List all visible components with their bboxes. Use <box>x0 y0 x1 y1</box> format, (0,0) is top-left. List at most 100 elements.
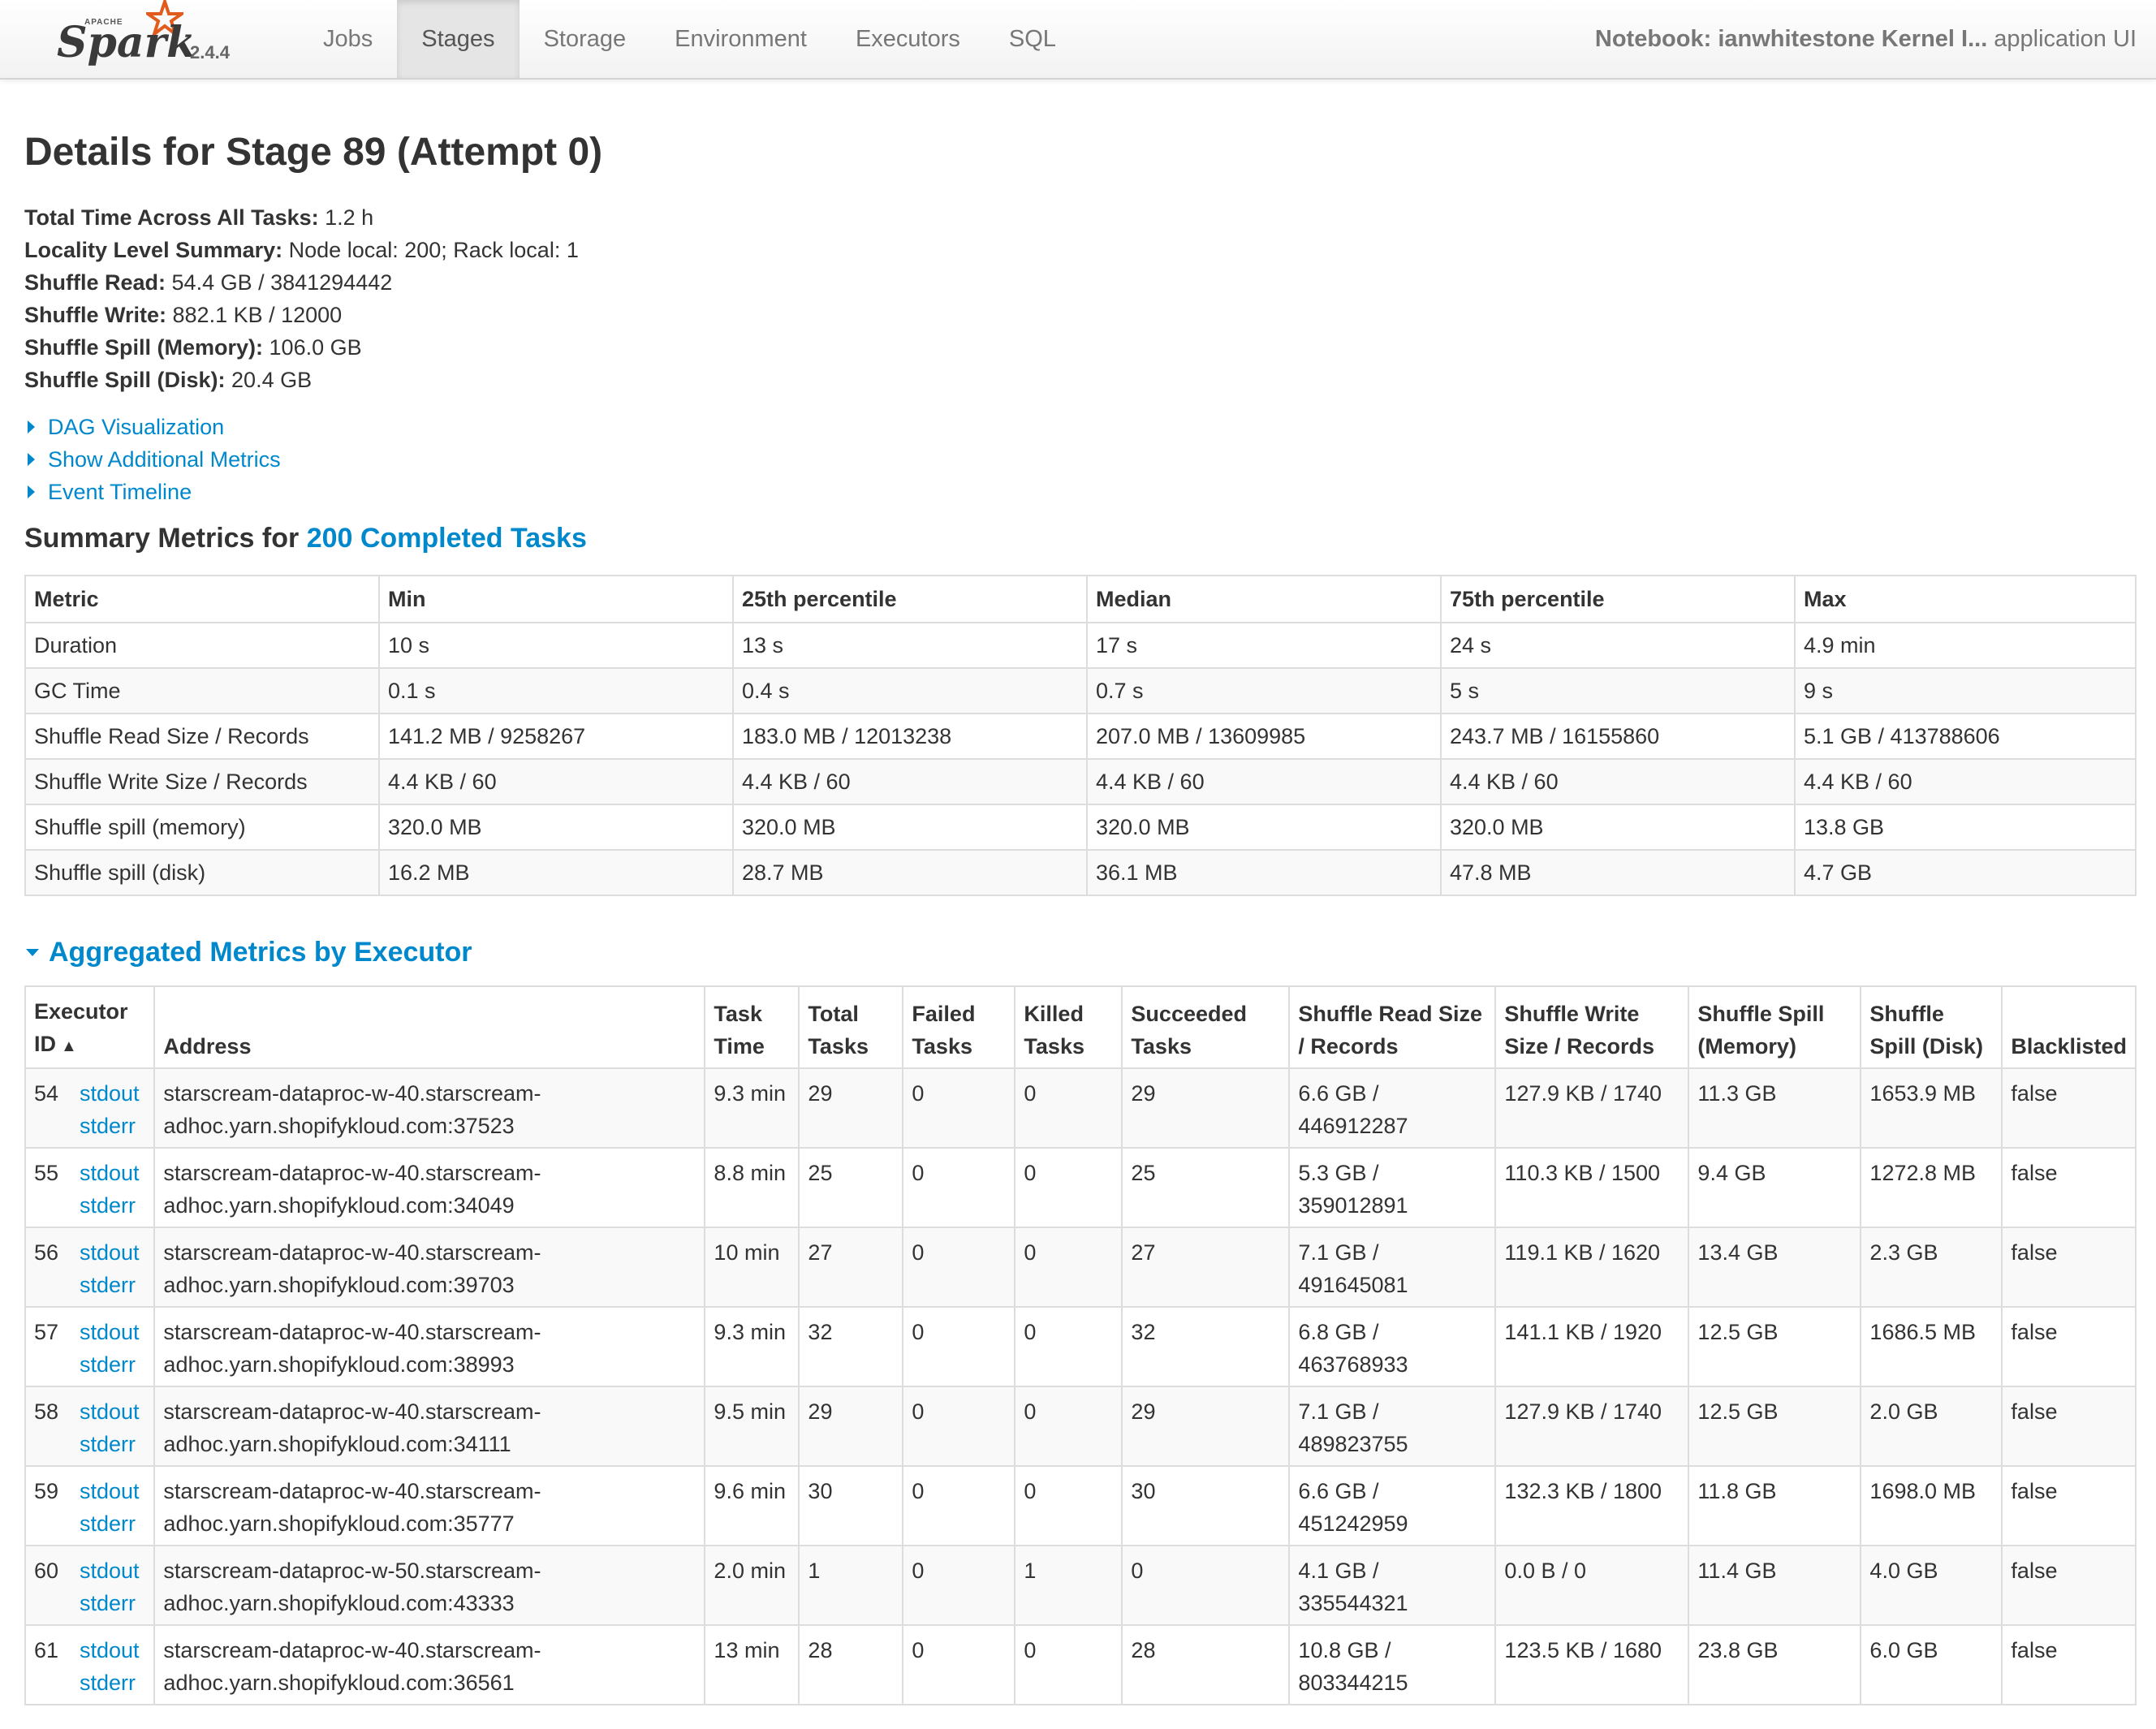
column-header-spill-memory[interactable]: Shuffle Spill (Memory) <box>1688 985 1862 1069</box>
stderr-link[interactable]: stderr <box>80 1428 145 1460</box>
table-header-row: Executor ID ▲ Address Task Time Total Tas… <box>24 985 2137 1069</box>
cell-spill-memory: 23.8 GB <box>1688 1624 1862 1705</box>
additional-metrics-toggle[interactable]: Show Additional Metrics <box>24 443 281 476</box>
stderr-link[interactable]: stderr <box>80 1507 145 1540</box>
stderr-link[interactable]: stderr <box>80 1269 145 1301</box>
column-header-shuffle-write[interactable]: Shuffle Write Size / Records <box>1494 985 1690 1069</box>
stdout-link[interactable]: stdout <box>80 1634 145 1666</box>
cell-succeeded: 0 <box>1121 1545 1291 1625</box>
column-header[interactable]: 25th percentile <box>732 575 1088 623</box>
executor-address: starscream-dataproc-w-40.starscream-adho… <box>153 1386 706 1466</box>
table-row: Duration 10 s 13 s 17 s 24 s 4.9 min <box>24 622 2137 669</box>
cell-task-time: 2.0 min <box>704 1545 800 1625</box>
column-header[interactable]: Median <box>1086 575 1442 623</box>
cell-spill-disk: 1653.9 MB <box>1860 1067 2003 1148</box>
column-header-address[interactable]: Address <box>153 985 706 1069</box>
summary-item: Locality Level Summary: Node local: 200;… <box>24 238 579 262</box>
column-header-task-time[interactable]: Task Time <box>704 985 800 1069</box>
table-row: 55 stdout stderr starscream-dataproc-w-40.s… <box>24 1147 2137 1227</box>
column-header-succeeded-tasks[interactable]: Succeeded Tasks <box>1121 985 1291 1069</box>
stderr-link[interactable]: stderr <box>80 1348 145 1381</box>
stdout-link[interactable]: stdout <box>80 1316 145 1348</box>
column-header-failed-tasks[interactable]: Failed Tasks <box>902 985 1016 1069</box>
stdout-link[interactable]: stdout <box>80 1475 145 1507</box>
stderr-link[interactable]: stderr <box>80 1189 145 1222</box>
brand-name: Spark <box>57 18 196 67</box>
column-header-executor-id[interactable]: Executor ID ▲ <box>24 985 156 1069</box>
stdout-link[interactable]: stdout <box>80 1395 145 1428</box>
tab-executors[interactable]: Executors <box>831 0 985 78</box>
cell-shuffle-read: 7.1 GB /489823755 <box>1288 1386 1497 1466</box>
executor-id: 60 <box>24 1545 80 1625</box>
column-header-spill-disk[interactable]: Shuffle Spill (Disk) <box>1860 985 2003 1069</box>
tab-jobs[interactable]: Jobs <box>299 0 397 78</box>
stdout-link[interactable]: stdout <box>80 1077 145 1110</box>
table-header-row: Metric Min 25th percentile Median 75th p… <box>24 575 2137 623</box>
executor-metrics-table: Executor ID ▲ Address Task Time Total Tas… <box>24 985 2137 1705</box>
table-row: Shuffle Write Size / Records 4.4 KB / 60 4… <box>24 758 2137 805</box>
tab-stages[interactable]: Stages <box>397 0 520 78</box>
cell-blacklisted: false <box>2001 1227 2137 1307</box>
cell-failed: 0 <box>902 1306 1016 1386</box>
aggregated-metrics-toggle[interactable]: Aggregated Metrics by Executor <box>24 937 472 968</box>
cell-shuffle-write: 119.1 KB / 1620 <box>1494 1227 1690 1307</box>
cell-blacklisted: false <box>2001 1147 2137 1227</box>
executor-id: 57 <box>24 1306 80 1386</box>
stdout-link[interactable]: stdout <box>80 1157 145 1189</box>
cell-total: 25 <box>798 1147 904 1227</box>
cell-failed: 0 <box>902 1465 1016 1546</box>
nav-tabs: Jobs Stages Storage Environment Executor… <box>299 0 1080 78</box>
caret-right-icon <box>28 453 35 466</box>
tab-environment[interactable]: Environment <box>650 0 831 78</box>
cell-blacklisted: false <box>2001 1465 2137 1546</box>
cell-shuffle-write: 0.0 B / 0 <box>1494 1545 1690 1625</box>
summary-item: Shuffle Spill (Memory): 106.0 GB <box>24 335 362 360</box>
log-links: stdout stderr <box>80 1545 156 1625</box>
column-header[interactable]: Max <box>1794 575 2137 623</box>
spark-logo[interactable]: APACHE Spark 2.4.4 <box>50 0 245 78</box>
cell-spill-memory: 12.5 GB <box>1688 1386 1862 1466</box>
cell-task-time: 9.5 min <box>704 1386 800 1466</box>
cell-killed: 0 <box>1014 1624 1123 1705</box>
cell-shuffle-write: 141.1 KB / 1920 <box>1494 1306 1690 1386</box>
table-row: 58 stdout stderr starscream-dataproc-w-40.s… <box>24 1386 2137 1466</box>
cell-blacklisted: false <box>2001 1624 2137 1705</box>
page-title: Details for Stage 89 (Attempt 0) <box>24 131 603 174</box>
column-header-total-tasks[interactable]: Total Tasks <box>798 985 904 1069</box>
table-row: 61 stdout stderr starscream-dataproc-w-40.s… <box>24 1624 2137 1705</box>
cell-shuffle-read: 6.6 GB /451242959 <box>1288 1465 1497 1546</box>
table-row: Shuffle spill (disk) 16.2 MB 28.7 MB 36.1 M… <box>24 849 2137 896</box>
executor-address: starscream-dataproc-w-40.starscream-adho… <box>153 1306 706 1386</box>
cell-failed: 0 <box>902 1147 1016 1227</box>
tab-sql[interactable]: SQL <box>985 0 1080 78</box>
stdout-link[interactable]: stdout <box>80 1236 145 1269</box>
cell-blacklisted: false <box>2001 1386 2137 1466</box>
tab-storage[interactable]: Storage <box>520 0 651 78</box>
event-timeline-toggle[interactable]: Event Timeline <box>24 476 281 508</box>
column-header-killed-tasks[interactable]: Killed Tasks <box>1014 985 1123 1069</box>
log-links: stdout stderr <box>80 1624 156 1705</box>
stderr-link[interactable]: stderr <box>80 1666 145 1699</box>
column-header[interactable]: Metric <box>24 575 380 623</box>
log-links: stdout stderr <box>80 1306 156 1386</box>
application-title: Notebook: ianwhitestone Kernel I... appl… <box>1595 0 2137 78</box>
cell-spill-memory: 12.5 GB <box>1688 1306 1862 1386</box>
cell-succeeded: 32 <box>1121 1306 1291 1386</box>
log-links: stdout stderr <box>80 1227 156 1307</box>
table-row: 56 stdout stderr starscream-dataproc-w-40.s… <box>24 1227 2137 1307</box>
completed-tasks-link[interactable]: 200 Completed Tasks <box>307 523 587 554</box>
stderr-link[interactable]: stderr <box>80 1110 145 1142</box>
cell-task-time: 9.3 min <box>704 1306 800 1386</box>
column-header[interactable]: 75th percentile <box>1440 575 1796 623</box>
summary-item: Shuffle Read: 54.4 GB / 3841294442 <box>24 270 393 295</box>
cell-killed: 0 <box>1014 1306 1123 1386</box>
column-header-blacklisted[interactable]: Blacklisted <box>2001 985 2137 1069</box>
stderr-link[interactable]: stderr <box>80 1587 145 1619</box>
cell-blacklisted: false <box>2001 1545 2137 1625</box>
column-header-shuffle-read[interactable]: Shuffle Read Size / Records <box>1288 985 1497 1069</box>
column-header[interactable]: Min <box>378 575 734 623</box>
cell-succeeded: 30 <box>1121 1465 1291 1546</box>
dag-visualization-toggle[interactable]: DAG Visualization <box>24 411 281 443</box>
cell-total: 29 <box>798 1067 904 1148</box>
stdout-link[interactable]: stdout <box>80 1554 145 1587</box>
